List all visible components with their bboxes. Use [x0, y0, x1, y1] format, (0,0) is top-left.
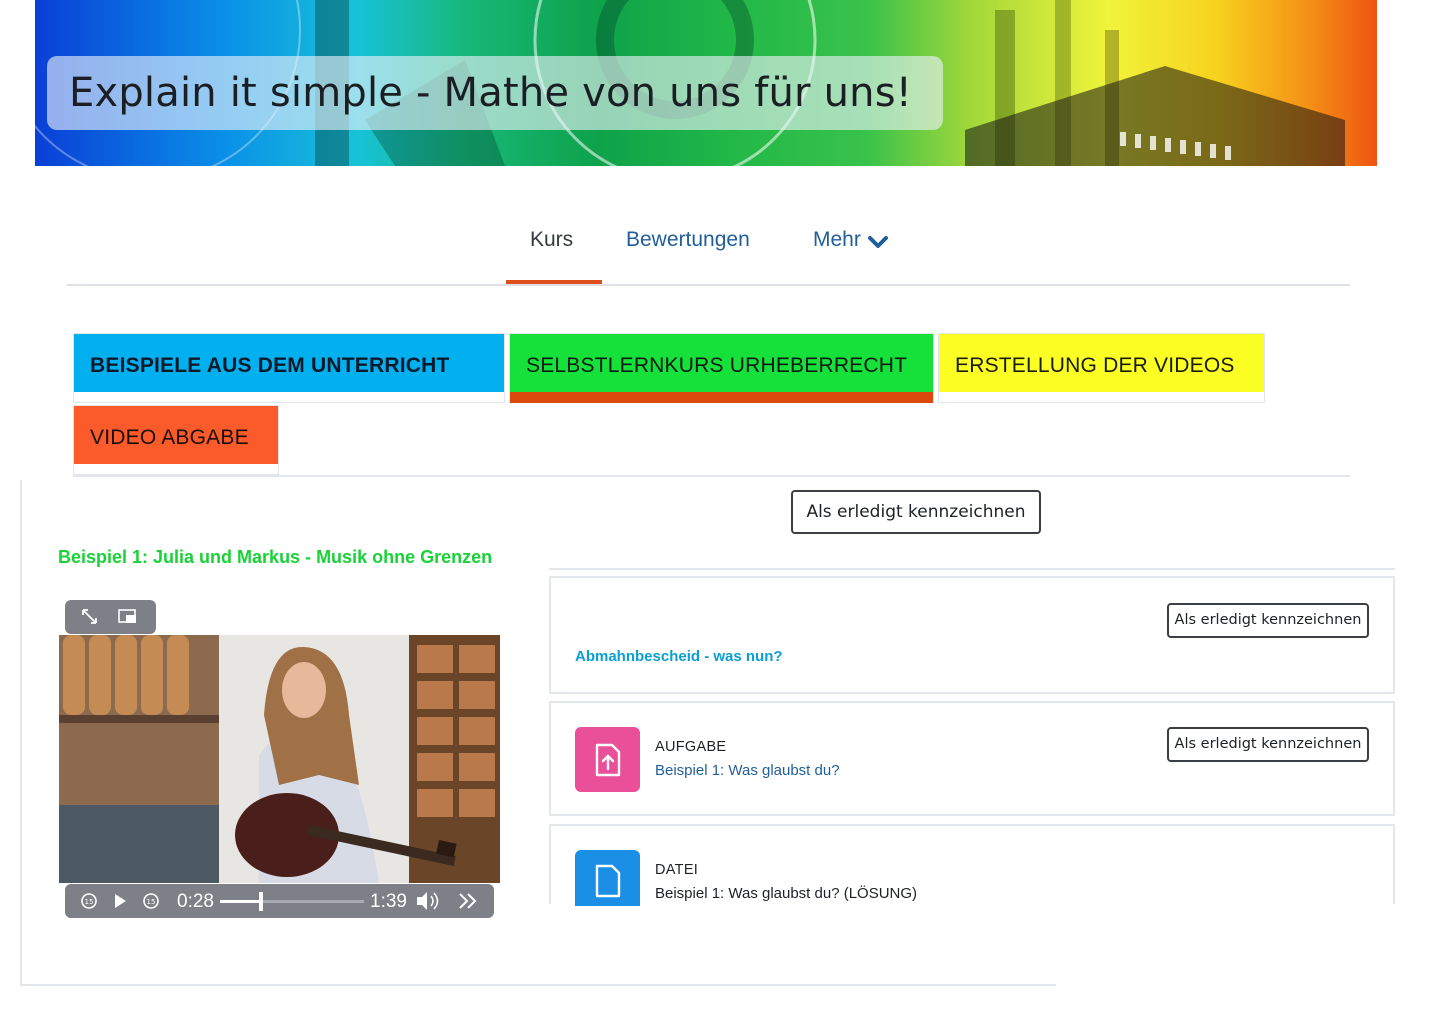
activity-link[interactable]: Abmahnbescheid - was nun?: [575, 648, 783, 665]
nav-tab-kurs[interactable]: Kurs: [530, 228, 573, 252]
file-icon: [575, 850, 640, 906]
volume-icon[interactable]: [417, 892, 439, 910]
activity-card: Als erledigt kennzeichnen Abmahnbescheid…: [549, 576, 1395, 694]
video-controls: 15 15 0:28 1:39: [65, 884, 494, 918]
forward-15-icon[interactable]: 15: [143, 893, 159, 909]
video-current-time: 0:28: [177, 891, 214, 912]
section-tab-erstellung[interactable]: ERSTELLUNG DER VIDEOS: [938, 333, 1265, 403]
section-title-link[interactable]: Beispiel 1: Julia und Markus - Musik ohn…: [58, 547, 492, 568]
mark-done-button[interactable]: Als erledigt kennzeichnen: [791, 490, 1041, 534]
section-tabs: BEISPIELE AUS DEM UNTERRICHT SELBSTLERNK…: [73, 333, 1350, 478]
section-tab-label: BEISPIELE AUS DEM UNTERRICHT: [90, 354, 450, 377]
section-tab-label: VIDEO ABGABE: [90, 426, 249, 449]
section-tab-abgabe[interactable]: VIDEO ABGABE: [73, 405, 279, 475]
activity-type: AUFGABE: [655, 739, 727, 755]
video-progress-handle[interactable]: [258, 892, 263, 911]
fullscreen-icon[interactable]: [82, 609, 97, 624]
activity-type: DATEI: [655, 862, 699, 878]
video-duration: 1:39: [370, 891, 407, 912]
rewind-15-icon[interactable]: 15: [81, 893, 97, 909]
activity-card: DATEI Beispiel 1: Was glaubst du? (LÖSUN…: [549, 824, 1395, 906]
section-tab-beispiele[interactable]: BEISPIELE AUS DEM UNTERRICHT: [73, 333, 505, 403]
nav-mehr-label: Mehr: [813, 228, 861, 251]
course-nav: Kurs Bewertungen Mehr: [67, 214, 1350, 286]
activity-link[interactable]: Beispiel 1: Was glaubst du? (LÖSUNG): [655, 885, 917, 902]
activity-link[interactable]: Beispiel 1: Was glaubst du?: [655, 762, 840, 779]
chevron-down-icon: [867, 236, 888, 248]
active-tab-indicator: [506, 280, 602, 284]
svg-text:15: 15: [147, 898, 156, 906]
section-tab-label: SELBSTLERNKURS URHEBERRECHT: [526, 354, 908, 377]
nav-tab-bewertungen[interactable]: Bewertungen: [626, 228, 750, 252]
video-progress-fill: [220, 900, 261, 903]
picture-in-picture-icon[interactable]: [118, 609, 136, 623]
video-thumbnail: [59, 635, 500, 883]
playback-speed-icon[interactable]: [459, 893, 477, 909]
video-player[interactable]: [59, 635, 500, 883]
tabs-divider: [73, 475, 1350, 477]
mark-done-button[interactable]: Als erledigt kennzeichnen: [1167, 603, 1369, 638]
section-tab-urheberrecht[interactable]: SELBSTLERNKURS URHEBERRECHT: [509, 333, 934, 403]
course-title: Explain it simple - Mathe von uns für un…: [47, 56, 943, 130]
assignment-icon: [575, 727, 640, 792]
section-tab-label: ERSTELLUNG DER VIDEOS: [955, 354, 1235, 377]
nav-tab-mehr[interactable]: Mehr: [813, 228, 889, 252]
course-banner: Explain it simple - Mathe von uns für un…: [35, 0, 1377, 166]
video-top-controls: [65, 600, 156, 634]
activity-card: AUFGABE Beispiel 1: Was glaubst du? Als …: [549, 701, 1395, 816]
svg-text:15: 15: [85, 898, 94, 906]
play-icon[interactable]: [115, 894, 126, 908]
activity-list-divider: [549, 568, 1395, 570]
mark-done-button[interactable]: Als erledigt kennzeichnen: [1167, 727, 1369, 762]
video-progress-bar[interactable]: [220, 892, 364, 911]
active-section-indicator: [510, 392, 933, 403]
